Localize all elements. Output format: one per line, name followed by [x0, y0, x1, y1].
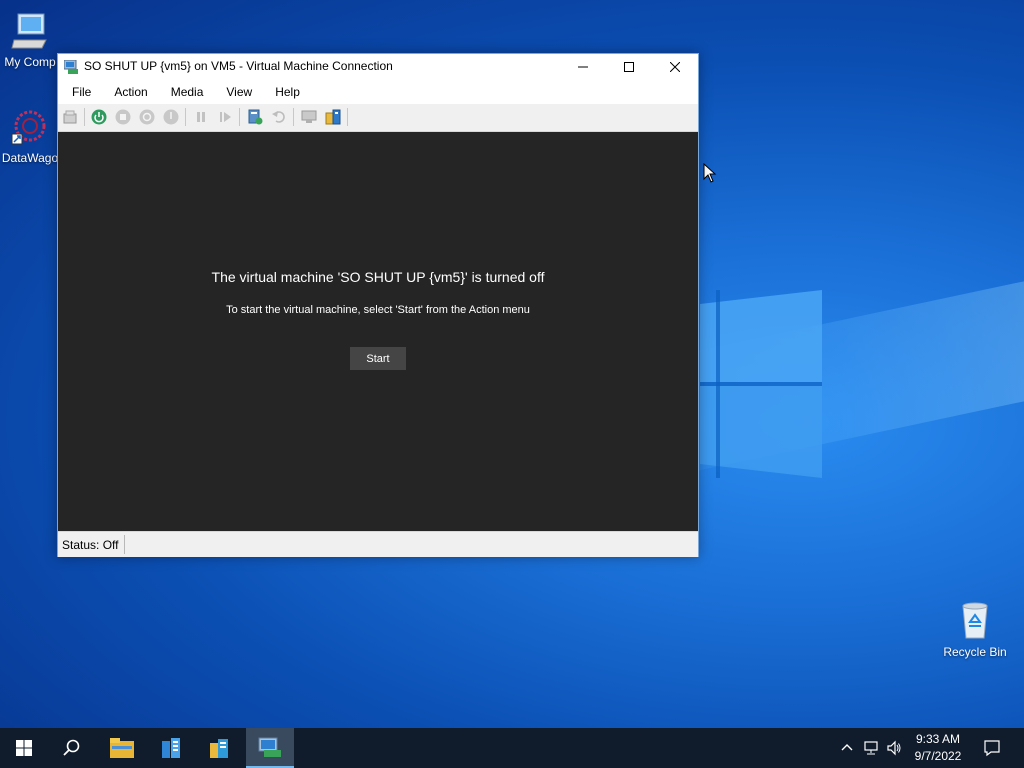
taskbar-vm-connection[interactable]: [246, 728, 294, 768]
taskbar: 9:33 AM 9/7/2022: [0, 728, 1024, 768]
chevron-up-icon[interactable]: [839, 740, 855, 756]
clock-date: 9/7/2022: [914, 749, 962, 763]
datawago-icon: [11, 110, 46, 145]
windows-start-icon: [16, 740, 32, 756]
server-manager-icon: [162, 738, 180, 758]
minimize-icon: [578, 66, 588, 68]
status-bar: Status: Off: [58, 531, 698, 557]
close-button[interactable]: [652, 54, 698, 80]
toolbar: [58, 104, 698, 132]
enhanced-session-icon[interactable]: [301, 109, 317, 125]
window-title: SO SHUT UP {vm5} on VM5 - Virtual Machin…: [84, 59, 393, 73]
start-menu-button[interactable]: [0, 728, 48, 768]
shut-down-icon[interactable]: [139, 109, 155, 125]
taskbar-file-explorer[interactable]: [98, 728, 146, 768]
hyperv-manager-icon: [210, 739, 228, 758]
vm-connection-window: SO SHUT UP {vm5} on VM5 - Virtual Machin…: [57, 53, 699, 557]
mouse-cursor-icon: [703, 163, 717, 183]
save-state-icon[interactable]: [163, 109, 179, 125]
menu-file[interactable]: File: [58, 85, 100, 99]
taskbar-server-manager[interactable]: [147, 728, 195, 768]
toolbar-separator: [185, 108, 186, 126]
status-text: Status: Off: [62, 538, 119, 552]
clock-time: 9:33 AM: [915, 732, 961, 746]
maximize-button[interactable]: [606, 54, 652, 80]
toolbar-separator: [239, 108, 240, 126]
ctrl-alt-del-icon[interactable]: [62, 109, 78, 125]
taskbar-clock[interactable]: 9:33 AM 9/7/2022: [906, 731, 970, 765]
network-icon[interactable]: [863, 740, 879, 756]
title-bar[interactable]: SO SHUT UP {vm5} on VM5 - Virtual Machin…: [58, 54, 698, 80]
minimize-button[interactable]: [560, 54, 606, 80]
desktop-icon-label: Recycle Bin: [943, 645, 1007, 659]
taskbar-hyperv-manager[interactable]: [195, 728, 243, 768]
menu-media[interactable]: Media: [157, 85, 213, 99]
toolbar-separator: [293, 108, 294, 126]
revert-icon[interactable]: [271, 109, 287, 125]
pause-icon[interactable]: [193, 109, 209, 125]
recycle-bin-icon: [962, 602, 988, 639]
search-button[interactable]: [48, 728, 96, 768]
start-power-icon[interactable]: [91, 109, 107, 125]
vm-off-message: The virtual machine 'SO SHUT UP {vm5}' i…: [211, 269, 545, 285]
vm-screen: The virtual machine 'SO SHUT UP {vm5}' i…: [58, 132, 698, 531]
vm-off-instructions: To start the virtual machine, select 'St…: [226, 304, 530, 316]
desktop-icon-recycle-bin[interactable]: Recycle Bin: [937, 600, 1013, 659]
close-icon: [670, 62, 680, 72]
action-center-icon[interactable]: [983, 739, 1001, 757]
toolbar-separator: [347, 108, 348, 126]
folder-icon: [110, 738, 134, 758]
vm-connection-taskbar-icon: [258, 737, 281, 757]
volume-icon[interactable]: [886, 740, 902, 756]
computer-icon: [11, 13, 47, 49]
vm-connection-icon: [64, 60, 78, 74]
menu-help[interactable]: Help: [261, 85, 309, 99]
menu-view[interactable]: View: [212, 85, 261, 99]
resume-icon[interactable]: [217, 109, 233, 125]
status-separator: [124, 535, 125, 554]
menu-bar: File Action Media View Help: [58, 80, 698, 104]
toolbar-separator: [84, 108, 85, 126]
windows-logo: [700, 290, 822, 478]
menu-action[interactable]: Action: [100, 85, 156, 99]
maximize-icon: [624, 62, 634, 72]
turn-off-icon[interactable]: [115, 109, 131, 125]
start-button[interactable]: Start: [350, 347, 406, 370]
checkpoint-icon[interactable]: [247, 109, 263, 125]
share-icon[interactable]: [325, 109, 341, 125]
search-icon: [63, 739, 80, 756]
